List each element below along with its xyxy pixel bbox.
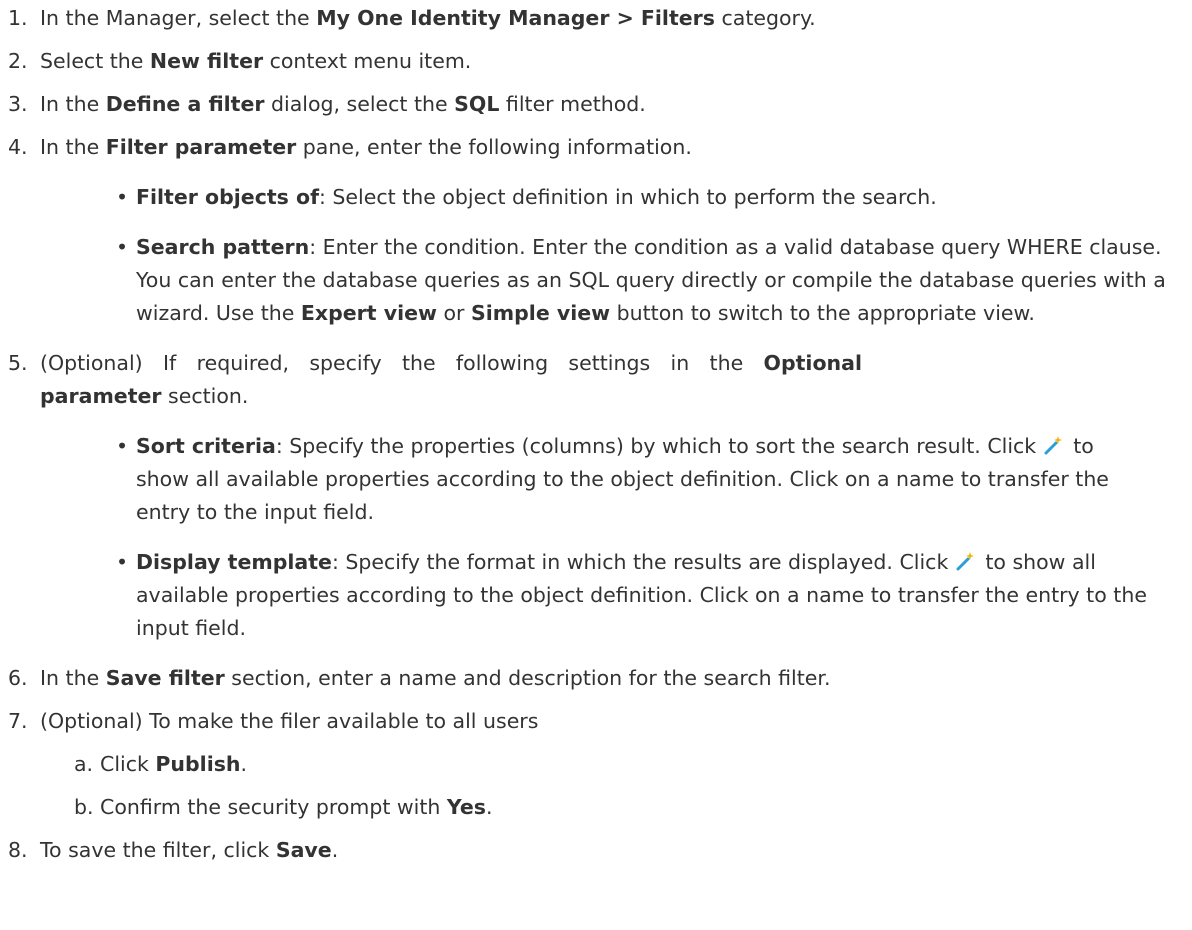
magic-wand-icon[interactable] bbox=[955, 551, 975, 571]
step-number: 2. bbox=[8, 49, 28, 73]
step-3: 3. In the Define a filter dialog, select… bbox=[0, 88, 1192, 121]
step-number: 3. bbox=[8, 92, 28, 116]
magic-wand-icon[interactable] bbox=[1043, 435, 1063, 455]
bullet: • bbox=[116, 235, 129, 259]
step-6: 6. In the Save filter section, enter a n… bbox=[0, 662, 1192, 695]
substep-letter: a. bbox=[74, 752, 94, 776]
step-1: 1. In the Manager, select the My One Ide… bbox=[0, 2, 1192, 35]
step-4: 4. In the Filter parameter pane, enter t… bbox=[0, 131, 1192, 164]
step-number: 5. bbox=[8, 351, 28, 375]
substep-b: b. Confirm the security prompt with Yes. bbox=[0, 791, 1192, 824]
step-number: 7. bbox=[8, 709, 28, 733]
procedure-document: 1. In the Manager, select the My One Ide… bbox=[0, 0, 1192, 867]
step-8: 8. To save the filter, click Save. bbox=[0, 834, 1192, 867]
bullet-sort-criteria: • Sort criteria: Specify the properties … bbox=[0, 430, 1192, 529]
substep-a: a. Click Publish. bbox=[0, 748, 1192, 781]
step-2: 2. Select the New filter context menu it… bbox=[0, 45, 1192, 78]
substep-letter: b. bbox=[74, 795, 94, 819]
step-5: 5. (Optional) If required, specify the f… bbox=[0, 347, 1192, 413]
bullet: • bbox=[116, 185, 129, 209]
bullet: • bbox=[116, 434, 129, 458]
bullet-filter-objects-of: • Filter objects of: Select the object d… bbox=[0, 181, 1192, 214]
bullet-search-pattern: • Search pattern: Enter the condition. E… bbox=[0, 231, 1192, 330]
step-number: 6. bbox=[8, 666, 28, 690]
step-number: 8. bbox=[8, 838, 28, 862]
step-7: 7. (Optional) To make the filer availabl… bbox=[0, 705, 1192, 738]
bullet-display-template: • Display template: Specify the format i… bbox=[0, 546, 1192, 645]
step-number: 4. bbox=[8, 135, 28, 159]
menu-path: My One Identity Manager > Filters bbox=[316, 6, 715, 30]
step-number: 1. bbox=[8, 6, 28, 30]
bullet: • bbox=[116, 550, 129, 574]
